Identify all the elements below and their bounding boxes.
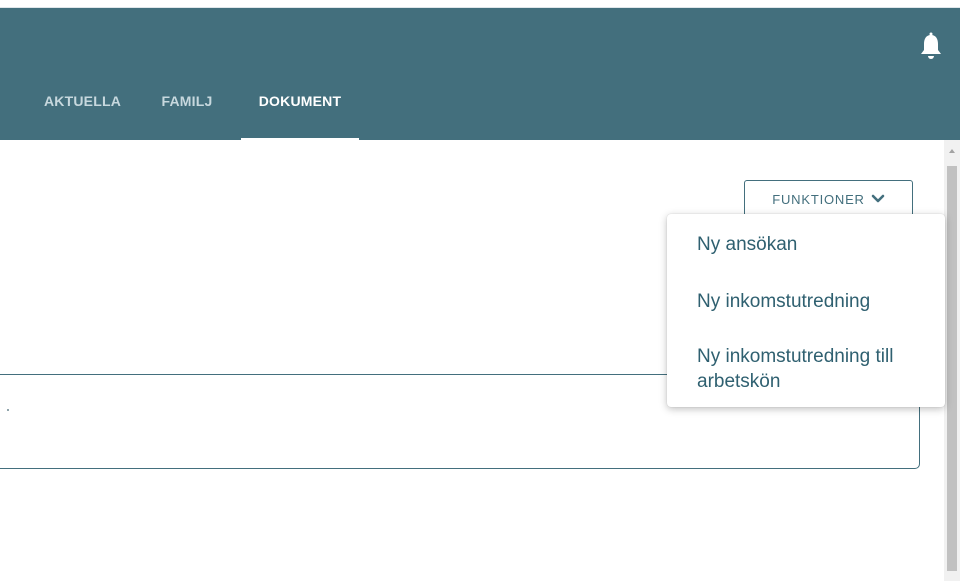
card-decoration xyxy=(7,409,9,411)
menu-item-ny-inkomstutredning-till-arbetskon[interactable]: Ny inkomstutredning till xyxy=(697,343,893,371)
window-top-edge xyxy=(0,0,960,8)
scroll-up-arrow-icon[interactable] xyxy=(944,144,960,158)
menu-item-ny-inkomstutredning[interactable]: Ny inkomstutredning xyxy=(697,288,870,316)
vertical-scrollbar[interactable] xyxy=(944,140,960,581)
menu-item-ny-ansokan[interactable]: Ny ansökan xyxy=(697,231,797,259)
bell-icon[interactable] xyxy=(919,32,943,62)
scrollbar-thumb[interactable] xyxy=(947,166,957,571)
chevron-down-icon xyxy=(871,194,885,203)
functions-dropdown-menu: Ny ansökan Ny inkomstutredning Ny inkoms… xyxy=(667,214,945,407)
functions-button-label: FUNKTIONER xyxy=(772,191,865,207)
functions-button[interactable]: FUNKTIONER xyxy=(744,180,913,218)
active-tab-indicator xyxy=(241,138,359,141)
menu-item-ny-inkomstutredning-till-arbetskon-line2[interactable]: arbetskön xyxy=(697,368,780,396)
tab-familj[interactable]: FAMILJ xyxy=(161,86,213,132)
tab-aktuella[interactable]: AKTUELLA xyxy=(44,86,121,132)
tab-dokument[interactable]: DOKUMENT xyxy=(241,86,359,132)
tab-bar: AKTUELLA FAMILJ DOKUMENT xyxy=(0,86,960,132)
